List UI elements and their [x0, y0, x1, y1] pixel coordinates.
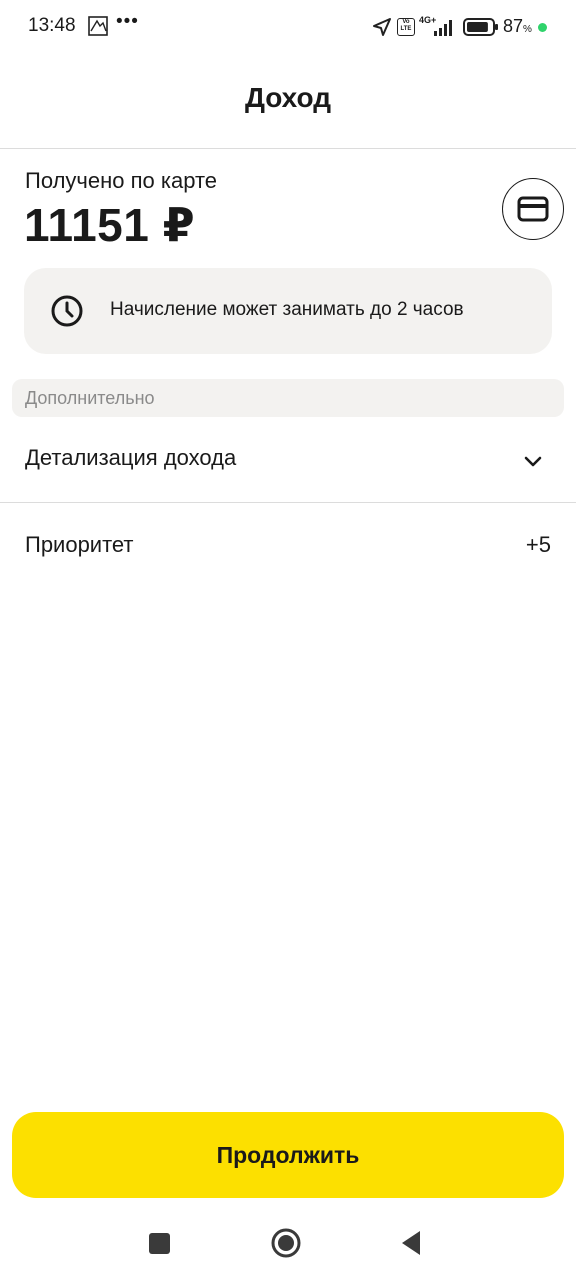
- more-notifications-icon: •••: [116, 11, 139, 32]
- volte-icon: Vo LTE: [397, 18, 415, 36]
- balance-amount: 11151 ₽: [24, 199, 196, 251]
- recent-apps-button[interactable]: [149, 1233, 170, 1254]
- system-nav-bar: [0, 1210, 576, 1280]
- section-title: Дополнительно: [25, 388, 155, 408]
- chevron-down-icon: [524, 456, 542, 467]
- balance-label: Получено по карте: [25, 168, 218, 193]
- credit-card-icon: [517, 196, 549, 222]
- status-bar: 13:48 ••• Vo LTE 4G+ 87%: [0, 0, 576, 54]
- back-button[interactable]: [400, 1230, 422, 1256]
- notification-icon: [88, 16, 108, 36]
- battery-percent: 87%: [503, 16, 532, 36]
- card-button[interactable]: [502, 178, 564, 240]
- continue-button[interactable]: Продолжить: [12, 1112, 564, 1198]
- income-screen: 13:48 ••• Vo LTE 4G+ 87% Доход Получено …: [0, 0, 576, 1280]
- income-details-row[interactable]: Детализация дохода: [0, 417, 576, 503]
- privacy-indicator-dot: [538, 23, 547, 32]
- battery-icon: [463, 18, 498, 36]
- home-button[interactable]: [270, 1227, 302, 1259]
- clock-icon: [51, 295, 83, 327]
- info-text: Начисление может занимать до 2 часов: [110, 299, 464, 320]
- priority-value: +5: [525, 532, 551, 557]
- signal-icon: [434, 20, 452, 36]
- header: Доход: [0, 54, 576, 149]
- info-banner: Начисление может занимать до 2 часов: [24, 268, 552, 354]
- section-header: Дополнительно: [12, 379, 564, 417]
- status-time: 13:48: [28, 15, 76, 36]
- income-details-label: Детализация дохода: [25, 445, 237, 470]
- priority-label: Приоритет: [25, 532, 134, 557]
- page-title: Доход: [244, 82, 332, 113]
- priority-row: Приоритет +5: [0, 503, 576, 589]
- location-icon: [373, 18, 391, 36]
